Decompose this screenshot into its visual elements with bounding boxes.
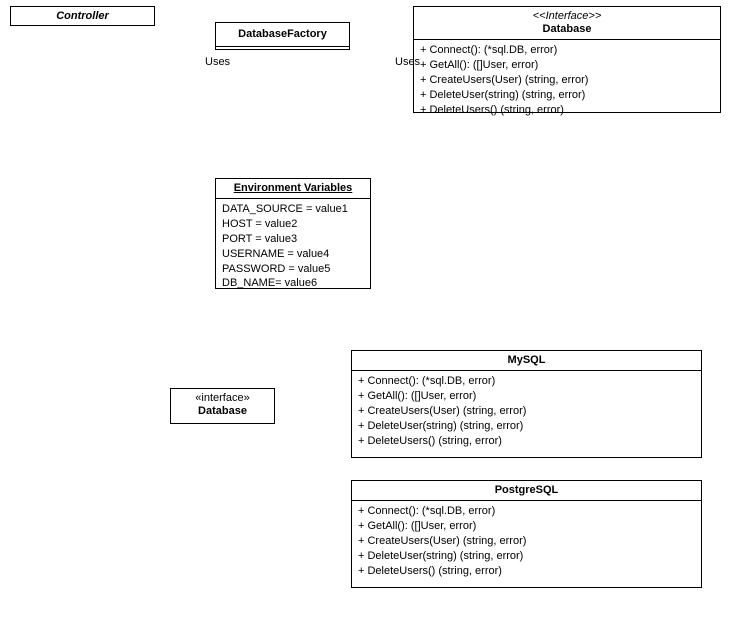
method: + CreateUsers(User) (string, error) [358, 404, 695, 419]
attribute: USERNAME = value4 [222, 247, 364, 262]
class-name: Database [198, 405, 247, 417]
method: + Connect(): (*sql.DB, error) [358, 504, 695, 519]
method: + DeleteUser(string) (string, error) [358, 419, 695, 434]
method-list: + Connect(): (*sql.DB, error) + GetAll()… [352, 371, 701, 456]
method: + Connect(): (*sql.DB, error) [420, 43, 714, 58]
stereotype-label: <<Interface>> [418, 10, 716, 23]
attribute: HOST = value2 [222, 217, 364, 232]
method: + GetAll(): ([]User, error) [358, 519, 695, 534]
class-title: PostgreSQL [352, 481, 701, 501]
class-title: DatabaseFactory [216, 23, 349, 47]
method-list: + Connect(): (*sql.DB, error) + GetAll()… [414, 40, 720, 125]
interface-database: <<Interface>> Database + Connect(): (*sq… [413, 6, 721, 113]
interface-database-small: «interface» Database [170, 388, 275, 424]
class-name: Database [543, 23, 592, 35]
attribute-list: DATA_SOURCE = value1 HOST = value2 PORT … [216, 199, 370, 299]
class-name: Environment Variables [234, 182, 353, 194]
method: + GetAll(): ([]User, error) [420, 58, 714, 73]
method: + DeleteUser(string) (string, error) [358, 549, 695, 564]
class-title: Controller [11, 7, 154, 26]
association-label-uses: Uses [395, 56, 420, 68]
class-title: <<Interface>> Database [414, 7, 720, 40]
class-controller: Controller [10, 6, 155, 26]
association-label-uses: Uses [205, 56, 230, 68]
method: + CreateUsers(User) (string, error) [420, 73, 714, 88]
attribute: DATA_SOURCE = value1 [222, 202, 364, 217]
method: + DeleteUsers() (string, error) [358, 434, 695, 449]
class-environment-variables: Environment Variables DATA_SOURCE = valu… [215, 178, 371, 289]
method: + DeleteUsers() (string, error) [358, 564, 695, 579]
class-title: Environment Variables [216, 179, 370, 199]
class-mysql: MySQL + Connect(): (*sql.DB, error) + Ge… [351, 350, 702, 458]
attribute: PORT = value3 [222, 232, 364, 247]
method: + DeleteUsers() (string, error) [420, 103, 714, 118]
stereotype-label: «interface» [174, 392, 271, 405]
class-database-factory: DatabaseFactory [215, 22, 350, 50]
class-title: MySQL [352, 351, 701, 371]
method: + DeleteUser(string) (string, error) [420, 88, 714, 103]
class-postgresql: PostgreSQL + Connect(): (*sql.DB, error)… [351, 480, 702, 588]
class-title: «interface» Database [171, 389, 274, 421]
attribute: DB_NAME= value6 [222, 276, 364, 291]
method: + Connect(): (*sql.DB, error) [358, 374, 695, 389]
method: + GetAll(): ([]User, error) [358, 389, 695, 404]
attribute: PASSWORD = value5 [222, 262, 364, 277]
method: + CreateUsers(User) (string, error) [358, 534, 695, 549]
method-list: + Connect(): (*sql.DB, error) + GetAll()… [352, 501, 701, 586]
